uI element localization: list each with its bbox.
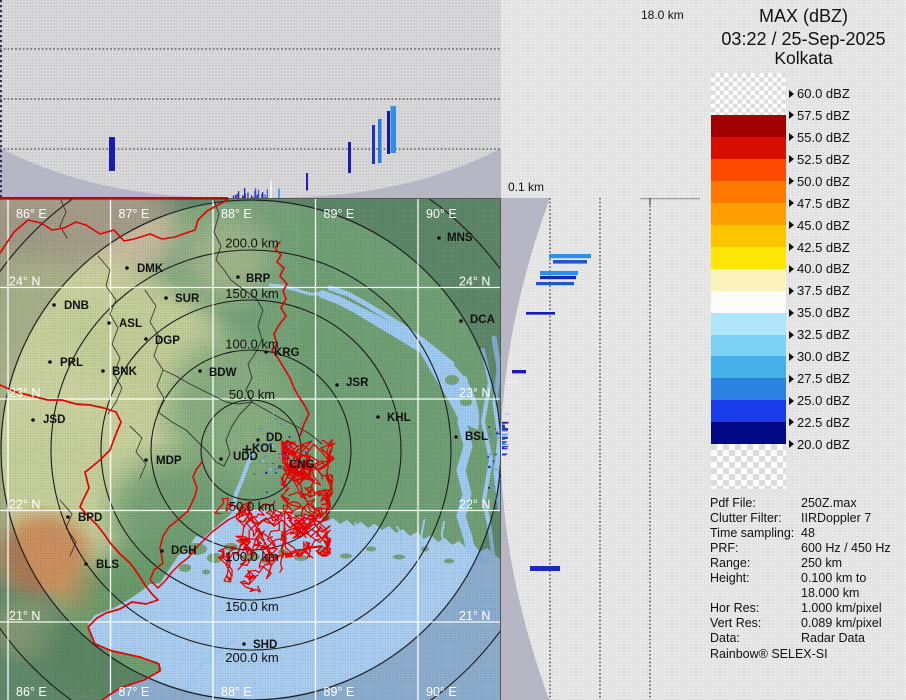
svg-text:BPD: BPD [78, 512, 102, 524]
svg-text:DGP: DGP [155, 335, 180, 347]
svg-text:KOL: KOL [252, 443, 276, 455]
svg-text:CNG: CNG [289, 459, 315, 471]
svg-text:100.0 km: 100.0 km [225, 337, 278, 352]
svg-text:BDW: BDW [209, 367, 237, 379]
svg-text:22° N: 22° N [459, 498, 490, 512]
svg-text:SUR: SUR [175, 293, 200, 305]
svg-text:150.0 km: 150.0 km [225, 599, 278, 614]
svg-text:90° E: 90° E [426, 207, 457, 221]
svg-text:100.0 km: 100.0 km [225, 549, 278, 564]
svg-text:50.0 km: 50.0 km [229, 499, 275, 514]
svg-text:DNB: DNB [64, 300, 89, 312]
svg-text:50.0 km: 50.0 km [229, 387, 275, 402]
svg-text:90° E: 90° E [426, 685, 457, 699]
svg-text:MDP: MDP [156, 455, 182, 467]
svg-text:24° N: 24° N [459, 275, 490, 289]
svg-text:24° N: 24° N [9, 275, 40, 289]
svg-text:KRG: KRG [274, 347, 300, 359]
svg-text:23° N: 23° N [459, 386, 490, 400]
svg-text:21° N: 21° N [459, 609, 490, 623]
svg-text:KHL: KHL [387, 412, 411, 424]
svg-text:86° E: 86° E [16, 207, 47, 221]
svg-text:BNK: BNK [112, 366, 138, 378]
svg-text:200.0 km: 200.0 km [225, 650, 278, 665]
svg-text:86° E: 86° E [16, 685, 47, 699]
svg-text:BRP: BRP [246, 273, 271, 285]
svg-text:200.0 km: 200.0 km [225, 236, 278, 251]
svg-text:PRL: PRL [60, 357, 83, 369]
svg-text:89° E: 89° E [324, 685, 355, 699]
svg-text:BSL: BSL [465, 431, 488, 443]
svg-text:ASL: ASL [119, 318, 142, 330]
svg-text:88° E: 88° E [221, 685, 252, 699]
svg-text:89° E: 89° E [324, 207, 355, 221]
svg-text:JSR: JSR [346, 377, 369, 389]
svg-text:23° N: 23° N [9, 386, 40, 400]
svg-text:22° N: 22° N [9, 498, 40, 512]
svg-text:DMK: DMK [137, 263, 164, 275]
svg-text:MNS: MNS [447, 232, 473, 244]
svg-text:88° E: 88° E [221, 207, 252, 221]
svg-text:150.0 km: 150.0 km [225, 286, 278, 301]
svg-text:BLS: BLS [96, 559, 119, 571]
svg-text:SHD: SHD [253, 639, 277, 651]
svg-text:JSD: JSD [43, 414, 65, 426]
svg-text:DGH: DGH [171, 545, 197, 557]
svg-text:87° E: 87° E [119, 207, 150, 221]
svg-text:87° E: 87° E [119, 685, 150, 699]
svg-text:21° N: 21° N [9, 609, 40, 623]
svg-text:DCA: DCA [470, 314, 495, 326]
